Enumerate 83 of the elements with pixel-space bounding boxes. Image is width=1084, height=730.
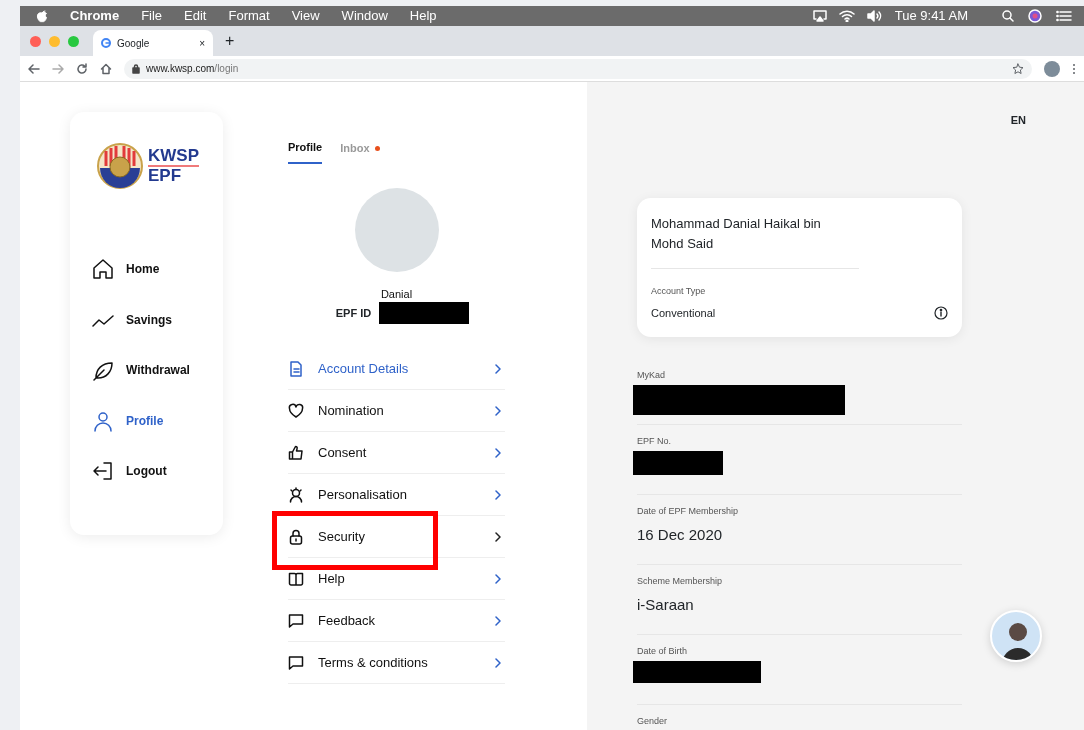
logo-text: KWSP bbox=[148, 147, 199, 167]
speech-bubble-icon bbox=[288, 612, 304, 629]
address-field[interactable]: www.kwsp.com/login bbox=[124, 58, 1032, 79]
chevron-right-icon bbox=[495, 531, 501, 542]
menu-item[interactable]: Window bbox=[341, 6, 388, 26]
heart-icon bbox=[288, 402, 304, 419]
tab-title: Google bbox=[117, 36, 151, 51]
tab-close[interactable]: × bbox=[199, 35, 205, 51]
menu-item[interactable]: Consent bbox=[288, 432, 505, 474]
menu-item[interactable]: Edit bbox=[184, 6, 207, 26]
sidebar-item[interactable]: Logout bbox=[92, 446, 167, 497]
url-text: www.kwsp.com/login bbox=[146, 62, 240, 76]
chat-assistant-avatar[interactable] bbox=[990, 610, 1042, 662]
field-value: 16 Dec 2020 bbox=[637, 524, 724, 545]
browser-tab[interactable]: Google × bbox=[93, 30, 213, 56]
chevron-right-icon bbox=[495, 447, 501, 458]
apple-logo-icon bbox=[36, 9, 48, 23]
field-label: EPF No. bbox=[637, 435, 672, 449]
menu-item[interactable]: Terms & conditions bbox=[288, 642, 505, 684]
menu-item[interactable]: Help bbox=[409, 6, 437, 26]
field-label: Scheme Membership bbox=[637, 575, 724, 589]
sidebar-item[interactable]: Profile bbox=[92, 395, 164, 446]
speech-bubble-icon bbox=[288, 654, 304, 671]
logo-text: EPF bbox=[148, 167, 183, 185]
epf-id-label: EPF ID bbox=[335, 305, 372, 321]
person-icon bbox=[92, 409, 114, 432]
document-icon bbox=[288, 360, 304, 377]
person-badge-icon bbox=[288, 486, 304, 503]
profile-name: Danial bbox=[379, 286, 414, 302]
menu-item[interactable]: Help bbox=[288, 558, 505, 600]
book-icon bbox=[288, 570, 304, 587]
back-icon[interactable] bbox=[28, 62, 40, 75]
leaf-icon bbox=[92, 359, 114, 382]
new-tab-button[interactable]: + bbox=[225, 29, 235, 53]
wifi-icon[interactable] bbox=[838, 10, 855, 22]
account-holder-name: Mohammad Danial Haikal bin Mohd Said bbox=[651, 214, 859, 270]
info-icon[interactable] bbox=[934, 306, 948, 321]
star-icon[interactable] bbox=[1012, 62, 1024, 75]
emblem-icon bbox=[96, 142, 144, 190]
reload-icon[interactable] bbox=[76, 62, 88, 75]
field-label: Account Type bbox=[651, 285, 707, 299]
lock-icon bbox=[132, 63, 140, 74]
chevron-right-icon bbox=[495, 573, 501, 584]
chevron-right-icon bbox=[495, 615, 501, 626]
menu-item[interactable]: File bbox=[141, 6, 163, 26]
app-menu[interactable]: Chrome bbox=[70, 6, 120, 26]
lock-icon bbox=[288, 528, 304, 545]
chevron-right-icon bbox=[495, 657, 501, 668]
home-icon[interactable] bbox=[100, 62, 112, 75]
more-icon[interactable] bbox=[1072, 62, 1076, 75]
unread-dot bbox=[374, 145, 380, 151]
menu-item[interactable]: Security bbox=[288, 516, 505, 558]
menu-item[interactable]: Feedback bbox=[288, 600, 505, 642]
menu-item[interactable]: Account Details bbox=[288, 348, 505, 390]
thumbs-up-icon bbox=[288, 444, 304, 461]
field-label: Gender bbox=[637, 715, 669, 729]
clock[interactable]: Tue 9:41 AM bbox=[894, 6, 968, 26]
field-label: MyKad bbox=[637, 369, 666, 383]
profile-avatar[interactable] bbox=[1044, 60, 1060, 77]
home-icon bbox=[92, 258, 114, 281]
volume-icon[interactable] bbox=[866, 10, 883, 22]
field-value: i-Saraan bbox=[637, 594, 695, 615]
menu-item[interactable]: View bbox=[291, 6, 320, 26]
chevron-right-icon bbox=[495, 489, 501, 500]
field-label: Date of EPF Membership bbox=[637, 505, 740, 519]
menu-item[interactable]: Nomination bbox=[288, 390, 505, 432]
field-label: Date of Birth bbox=[637, 645, 689, 659]
logout-icon bbox=[92, 460, 114, 483]
list-icon[interactable] bbox=[1056, 10, 1072, 22]
sidebar-item[interactable]: Home bbox=[92, 244, 160, 295]
chevron-right-icon bbox=[495, 363, 501, 374]
chevron-right-icon bbox=[495, 405, 501, 416]
search-icon[interactable] bbox=[1002, 10, 1014, 22]
language-label: EN bbox=[1010, 113, 1026, 128]
profile-tab[interactable]: Profile bbox=[288, 139, 323, 164]
menu-item[interactable]: Personalisation bbox=[288, 474, 505, 516]
field-value: Conventional bbox=[651, 305, 716, 321]
sidebar-item[interactable]: Savings bbox=[92, 294, 173, 345]
assistant-icon[interactable] bbox=[1028, 9, 1042, 23]
airplay-icon[interactable] bbox=[812, 10, 827, 22]
menu-item[interactable]: Format bbox=[228, 6, 270, 26]
sidebar-item[interactable]: Withdrawal bbox=[92, 345, 190, 396]
favicon-icon bbox=[101, 38, 111, 48]
